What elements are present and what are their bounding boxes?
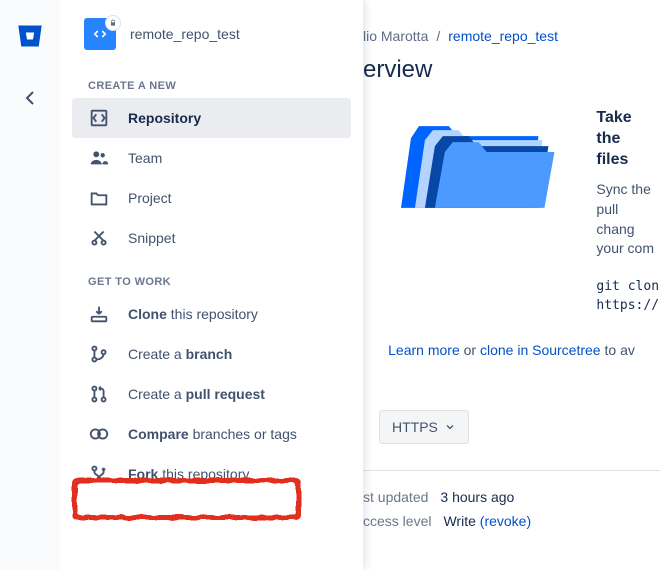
breadcrumb-owner[interactable]: lio Marotta (363, 28, 428, 44)
menu-repository-label: Repository (128, 110, 201, 126)
bitbucket-logo-icon (16, 22, 44, 50)
git-clone-snippet: git clon https:// (596, 277, 660, 316)
folder-illustration-icon (401, 108, 560, 218)
revoke-link[interactable]: (revoke) (480, 513, 531, 529)
menu-pr-label: Create a pull request (128, 386, 265, 402)
learn-more-link[interactable]: Learn more (388, 342, 460, 358)
team-icon (88, 147, 110, 169)
collapse-sidebar-icon[interactable] (18, 86, 42, 110)
learn-more-line: Learn more or clone in Sourcetree to av (363, 316, 660, 402)
menu-compare[interactable]: Compare branches or tags (72, 414, 351, 454)
menu-project[interactable]: Project (72, 178, 351, 218)
protocol-label: HTTPS (392, 419, 438, 435)
branch-icon (88, 343, 110, 365)
clone-icon (88, 303, 110, 325)
sidebar: remote_repo_test CREATE A NEW Repository… (60, 0, 363, 570)
repo-header: remote_repo_test (60, 18, 363, 70)
menu-clone-label: Clone this repository (128, 306, 258, 322)
menu-snippet[interactable]: Snippet (72, 218, 351, 258)
clone-sourcetree-link[interactable]: clone in Sourcetree (480, 342, 601, 358)
menu-compare-label: Compare branches or tags (128, 426, 297, 442)
menu-branch-label: Create a branch (128, 346, 232, 362)
breadcrumb: lio Marotta / remote_repo_test (363, 0, 660, 44)
menu-team[interactable]: Team (72, 138, 351, 178)
breadcrumb-repo-link[interactable]: remote_repo_test (448, 28, 558, 44)
breadcrumb-separator: / (436, 28, 440, 44)
snippet-icon (88, 227, 110, 249)
menu-fork-label: Fork this repository (128, 466, 249, 482)
last-updated-label: st updated (363, 489, 428, 505)
compare-icon (88, 423, 110, 445)
page-title: erview (363, 44, 660, 108)
private-lock-icon (106, 16, 120, 30)
repo-details: st updated 3 hours ago ccess level Write… (363, 470, 660, 533)
section-title-work: GET TO WORK (60, 266, 363, 294)
menu-repository[interactable]: Repository (72, 98, 351, 138)
project-icon (88, 187, 110, 209)
repo-name: remote_repo_test (130, 26, 240, 42)
fork-icon (88, 463, 110, 485)
menu-team-label: Team (128, 150, 162, 166)
menu-pull-request[interactable]: Create a pull request (72, 374, 351, 414)
hero-body: Sync the pull chang your com (596, 180, 660, 258)
pull-request-icon (88, 383, 110, 405)
chevron-down-icon (444, 421, 456, 433)
menu-clone[interactable]: Clone this repository (72, 294, 351, 334)
access-level-value: Write (revoke) (443, 513, 531, 529)
menu-snippet-label: Snippet (128, 230, 175, 246)
menu-branch[interactable]: Create a branch (72, 334, 351, 374)
hero-heading: Take the files (596, 108, 660, 170)
access-level-label: ccess level (363, 513, 431, 529)
menu-fork[interactable]: Fork this repository (72, 454, 351, 494)
repository-icon (88, 107, 110, 129)
section-title-create: CREATE A NEW (60, 70, 363, 98)
last-updated-value: 3 hours ago (440, 489, 514, 505)
menu-project-label: Project (128, 190, 172, 206)
protocol-select[interactable]: HTTPS (379, 410, 469, 444)
